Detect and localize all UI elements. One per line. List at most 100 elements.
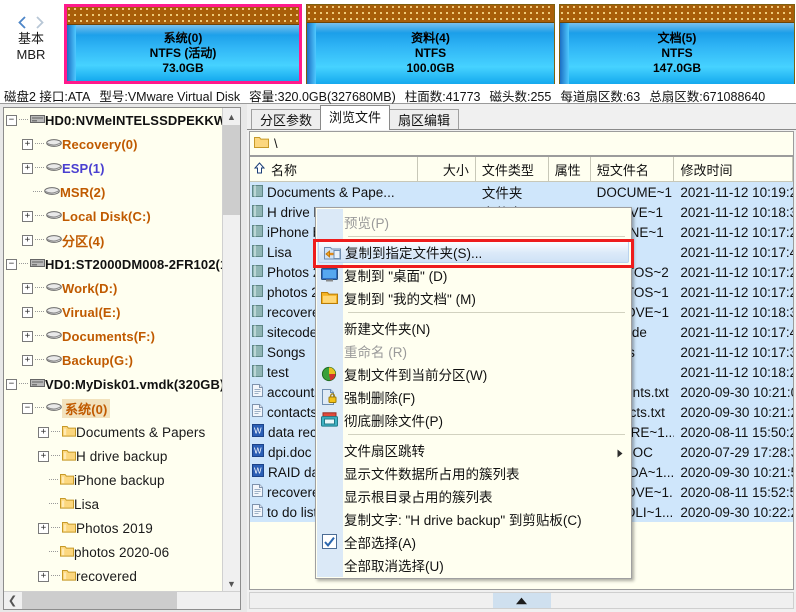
file-list-bottom-splitter[interactable]: [249, 592, 794, 609]
table-row[interactable]: Documents & Pape... 文件夹 DOCUME~1 2021-11-12…: [250, 182, 793, 202]
cell-text: 2021-11-12 10:18:2: [680, 364, 793, 380]
tree-node-2[interactable]: + ESP(1): [4, 156, 223, 180]
folder-icon: [252, 244, 263, 260]
menu-item-8[interactable]: 复制文件到当前分区(W): [316, 362, 631, 385]
chevron-left-icon[interactable]: [16, 16, 29, 29]
column-header-2[interactable]: 文件类型: [476, 157, 549, 181]
tab-2[interactable]: 扇区编辑: [389, 109, 460, 130]
tree-node-6[interactable]: − HD1:ST2000DM008-2FR102(1: [4, 252, 223, 276]
volume-icon: [46, 161, 62, 175]
tree-vscroll-thumb[interactable]: [223, 125, 240, 215]
disk-tree[interactable]: − HD0:NVMeINTELSSDPEKKW2 + Recovery(0) + ESP(…: [3, 107, 241, 610]
tree-expander-expand-icon[interactable]: +: [22, 354, 33, 366]
menu-item-10[interactable]: 彻底删除文件(P): [316, 408, 631, 431]
menu-item-6[interactable]: 新建文件夹(N): [316, 316, 631, 339]
partition-block-1[interactable]: 资料(4) NTFS 100.0GB: [306, 4, 555, 84]
tree-node-label: Documents & Papers: [76, 424, 206, 440]
menu-item-2[interactable]: 复制到指定文件夹(S)...: [318, 240, 629, 263]
disk-nav-arrows[interactable]: [16, 16, 46, 29]
tree-node-7[interactable]: + Work(D:): [4, 276, 223, 300]
tree-expander-expand-icon[interactable]: +: [22, 138, 33, 150]
cell-text: 2021-11-12 10:17:3: [680, 344, 793, 360]
partition-block-0[interactable]: 系统(0) NTFS (活动) 73.0GB: [64, 4, 302, 84]
tab-1[interactable]: 浏览文件: [320, 105, 391, 130]
tree-connector-line: [19, 383, 28, 385]
tree-expander-expand-icon[interactable]: +: [38, 522, 49, 534]
tree-horizontal-scrollbar[interactable]: ❮ ❯: [4, 591, 240, 609]
tree-scroll-down-icon[interactable]: ▼: [223, 575, 240, 592]
tree-expander-collapse-icon[interactable]: −: [6, 114, 17, 126]
tree-node-3[interactable]: MSR(2): [4, 180, 223, 204]
menu-item-14[interactable]: 显示根目录占用的簇列表: [316, 484, 631, 507]
cell-text: 2020-08-11 15:50:2: [680, 424, 793, 440]
menu-item-16[interactable]: 全部选择(A): [316, 530, 631, 553]
file-context-menu[interactable]: 预览(P) 复制到指定文件夹(S)... 复制到 "桌面" (D) 复制到 "我的文档…: [315, 207, 632, 579]
tree-expander-collapse-icon[interactable]: −: [6, 258, 17, 270]
column-header-label: 大小: [442, 162, 469, 178]
tree-expander-expand-icon[interactable]: +: [22, 282, 33, 294]
tree-expander-expand-icon[interactable]: +: [22, 234, 33, 246]
partition-block-2[interactable]: 文档(5) NTFS 147.0GB: [559, 4, 795, 84]
tree-expander-expand-icon[interactable]: +: [38, 426, 49, 438]
tree-node-14[interactable]: + H drive backup: [4, 444, 223, 468]
pie-disk-icon: [320, 365, 338, 382]
menu-item-13[interactable]: 显示文件数据所占用的簇列表: [316, 461, 631, 484]
collapse-up-arrow-icon[interactable]: [492, 593, 551, 608]
file-list-header[interactable]: 名称 大小 文件类型 属性 短文件名 修改时间: [250, 157, 793, 182]
menu-item-4[interactable]: 复制到 "我的文档" (M): [316, 286, 631, 309]
menu-item-label: 全部选择(A): [344, 535, 416, 551]
column-header-label: 属性: [554, 162, 581, 178]
menu-item-3[interactable]: 复制到 "桌面" (D): [316, 263, 631, 286]
column-header-0[interactable]: 名称: [250, 157, 419, 181]
tree-expander-expand-icon[interactable]: +: [22, 210, 33, 222]
tree-node-19[interactable]: + recovered: [4, 564, 223, 588]
cell-mtime: 2021-11-12 10:17:2: [674, 265, 793, 280]
tree-node-18[interactable]: photos 2020-06: [4, 540, 223, 564]
partition-strip: 系统(0) NTFS (活动) 73.0GB 资料(4) NTFS 100.0GB 文档(5…: [64, 4, 795, 84]
menu-item-12[interactable]: 文件扇区跳转: [316, 438, 631, 461]
disk-scheme-mbr: MBR: [16, 47, 46, 62]
tree-node-16[interactable]: Lisa: [4, 492, 223, 516]
tree-node-8[interactable]: + Virual(E:): [4, 300, 223, 324]
menu-item-15[interactable]: 复制文字: "H drive backup" 到剪贴板(C): [316, 507, 631, 530]
tree-expander-collapse-icon[interactable]: −: [6, 378, 17, 390]
disk-meta-item-5: 每道扇区数:63: [560, 89, 641, 104]
tree-expander-collapse-icon[interactable]: −: [22, 402, 33, 414]
tree-node-17[interactable]: + Photos 2019: [4, 516, 223, 540]
tree-connector-line: [35, 143, 44, 145]
tree-node-9[interactable]: + Documents(F:): [4, 324, 223, 348]
current-path-bar[interactable]: \: [249, 131, 794, 156]
tree-node-0[interactable]: − HD0:NVMeINTELSSDPEKKW2: [4, 108, 223, 132]
menu-item-9[interactable]: 强制删除(F): [316, 385, 631, 408]
tree-expander-expand-icon[interactable]: +: [22, 330, 33, 342]
tree-expander-expand-icon[interactable]: +: [38, 450, 49, 462]
tree-hscroll-thumb[interactable]: [22, 592, 177, 609]
menu-item-17[interactable]: 全部取消选择(U): [316, 553, 631, 576]
column-header-1[interactable]: 大小: [418, 157, 476, 181]
column-header-3[interactable]: 属性: [549, 157, 591, 181]
tree-node-4[interactable]: + Local Disk(C:): [4, 204, 223, 228]
partition-fs: NTFS (活动): [149, 45, 217, 60]
volume-icon: [46, 353, 62, 367]
tree-node-1[interactable]: + Recovery(0): [4, 132, 223, 156]
tree-node-15[interactable]: iPhone backup: [4, 468, 223, 492]
tree-expander-expand-icon[interactable]: +: [38, 570, 49, 582]
tree-vertical-scrollbar[interactable]: ▲ ▼: [222, 108, 240, 592]
tree-node-10[interactable]: + Backup(G:): [4, 348, 223, 372]
tree-node-13[interactable]: + Documents & Papers: [4, 420, 223, 444]
column-header-4[interactable]: 短文件名: [591, 157, 675, 181]
tree-scroll-up-icon[interactable]: ▲: [223, 108, 240, 125]
checkbox-icon: [320, 533, 338, 550]
column-header-5[interactable]: 修改时间: [674, 157, 793, 181]
tree-scroll-left-icon[interactable]: ❮: [4, 592, 21, 609]
tree-node-5[interactable]: + 分区(4): [4, 228, 223, 252]
cell-mtime: 2020-07-29 17:28:3: [674, 445, 793, 460]
tab-0[interactable]: 分区参数: [251, 109, 322, 130]
tree-expander-expand-icon[interactable]: +: [22, 162, 33, 174]
tree-connector-line: [51, 455, 60, 457]
tree-node-label: Recovery(0): [62, 136, 138, 152]
tree-node-12[interactable]: − 系统(0): [4, 396, 223, 420]
tree-expander-expand-icon[interactable]: +: [22, 306, 33, 318]
chevron-right-icon[interactable]: [33, 16, 46, 29]
tree-node-11[interactable]: − VD0:MyDisk01.vmdk(320GB): [4, 372, 223, 396]
